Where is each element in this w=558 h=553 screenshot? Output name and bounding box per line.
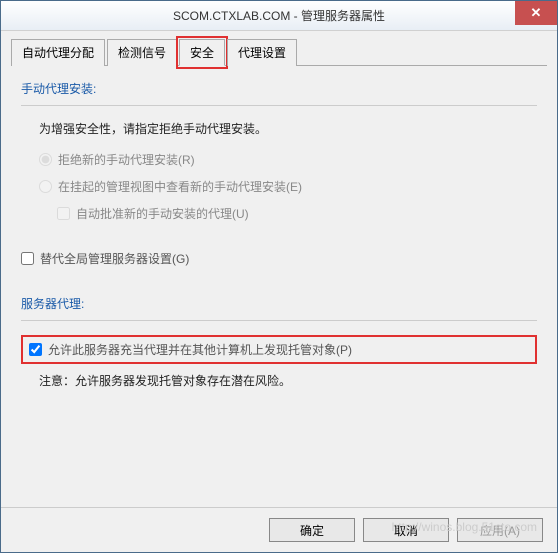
titlebar: SCOM.CTXLAB.COM - 管理服务器属性 ✕ [1, 1, 557, 31]
check-allow-proxy-label: 允许此服务器充当代理并在其他计算机上发现托管对象(P) [48, 341, 352, 358]
window-title: SCOM.CTXLAB.COM - 管理服务器属性 [173, 7, 385, 24]
check-auto-approve [57, 207, 70, 220]
check-override-global[interactable] [21, 252, 34, 265]
proxy-risk-note: 注意：允许服务器发现托管对象存在潜在风险。 [39, 372, 537, 389]
check-override-global-label: 替代全局管理服务器设置(G) [40, 250, 189, 267]
tab-strip: 自动代理分配 检测信号 安全 代理设置 [11, 39, 547, 66]
check-auto-approve-label: 自动批准新的手动安装的代理(U) [76, 205, 249, 222]
server-proxy-heading: 服务器代理: [21, 295, 537, 312]
check-allow-proxy-row[interactable]: 允许此服务器充当代理并在其他计算机上发现托管对象(P) [29, 341, 529, 358]
check-override-global-row[interactable]: 替代全局管理服务器设置(G) [21, 250, 537, 267]
ok-button[interactable]: 确定 [269, 518, 355, 542]
manual-install-heading: 手动代理安装: [21, 80, 537, 97]
tab-auto-proxy[interactable]: 自动代理分配 [11, 39, 105, 66]
manual-install-description: 为增强安全性，请指定拒绝手动代理安装。 [39, 120, 537, 137]
cancel-button[interactable]: 取消 [363, 518, 449, 542]
radio-pending-view-label: 在挂起的管理视图中查看新的手动代理安装(E) [58, 178, 302, 195]
dialog-window: SCOM.CTXLAB.COM - 管理服务器属性 ✕ 自动代理分配 检测信号 … [0, 0, 558, 553]
radio-pending-view-row: 在挂起的管理视图中查看新的手动代理安装(E) [39, 178, 537, 195]
check-auto-approve-row: 自动批准新的手动安装的代理(U) [57, 205, 537, 222]
close-button[interactable]: ✕ [515, 1, 557, 25]
divider [21, 105, 537, 106]
radio-pending-view [39, 180, 52, 193]
tab-security[interactable]: 安全 [179, 39, 225, 66]
allow-proxy-highlight: 允许此服务器充当代理并在其他计算机上发现托管对象(P) [21, 335, 537, 364]
radio-reject-new-row: 拒绝新的手动代理安装(R) [39, 151, 537, 168]
apply-button[interactable]: 应用(A) [457, 518, 543, 542]
radio-reject-new [39, 153, 52, 166]
radio-reject-new-label: 拒绝新的手动代理安装(R) [58, 151, 195, 168]
tab-proxy-settings[interactable]: 代理设置 [227, 39, 297, 66]
check-allow-proxy[interactable] [29, 343, 42, 356]
button-bar: 确定 取消 应用(A) [1, 507, 557, 542]
close-icon: ✕ [531, 5, 542, 21]
content-area: 自动代理分配 检测信号 安全 代理设置 手动代理安装: 为增强安全性，请指定拒绝… [1, 31, 557, 399]
tab-heartbeat[interactable]: 检测信号 [107, 39, 177, 66]
divider [21, 320, 537, 321]
tab-panel-security: 手动代理安装: 为增强安全性，请指定拒绝手动代理安装。 拒绝新的手动代理安装(R… [11, 66, 547, 399]
